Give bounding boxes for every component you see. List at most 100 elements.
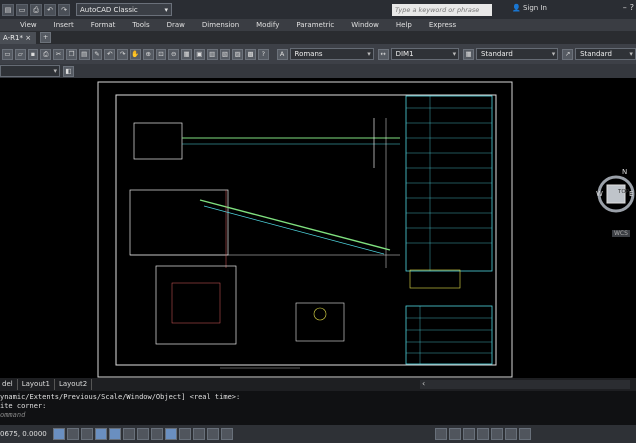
plot-icon[interactable]: ⎙: [40, 48, 52, 60]
transparency-icon[interactable]: [192, 428, 205, 440]
structure-outline: [129, 189, 229, 256]
horizontal-scrollbar[interactable]: ‹: [420, 379, 630, 389]
menu-tools[interactable]: Tools: [132, 21, 149, 29]
model-space-icon[interactable]: [434, 428, 447, 440]
snap-mode-icon[interactable]: [52, 428, 65, 440]
quick-view-drawings-icon[interactable]: [462, 428, 475, 440]
menu-help[interactable]: Help: [396, 21, 412, 29]
menu-view[interactable]: View: [20, 21, 37, 29]
viewcube-top-face[interactable]: TOP: [618, 189, 629, 195]
workspace-switching-icon[interactable]: [490, 428, 503, 440]
menu-insert[interactable]: Insert: [54, 21, 74, 29]
dim-style-icon[interactable]: ↔: [377, 48, 389, 60]
dim-style-dropdown[interactable]: DIM1: [390, 48, 460, 60]
help-icon[interactable]: ?: [257, 48, 269, 60]
copy-icon[interactable]: ❐: [65, 48, 77, 60]
tab-layout2[interactable]: Layout2: [55, 379, 93, 390]
app-menu-icon[interactable]: ▤: [2, 3, 14, 16]
tool-palettes-icon[interactable]: ▥: [206, 48, 218, 60]
undo-icon[interactable]: ↶: [104, 48, 116, 60]
inclined-conveyor: [199, 199, 391, 251]
menu-window[interactable]: Window: [351, 21, 379, 29]
calculator-icon[interactable]: ▩: [245, 48, 256, 60]
wcs-menu[interactable]: WCS: [612, 230, 630, 237]
compass-west[interactable]: W: [596, 190, 603, 198]
command-history-line: ynamic/Extents/Previous/Scale/Window/Obj…: [0, 393, 241, 401]
tab-document[interactable]: A-R1* ×: [0, 31, 37, 44]
table-style-icon[interactable]: ▦: [463, 48, 474, 60]
polar-tracking-icon[interactable]: [94, 428, 107, 440]
lineweight-icon[interactable]: [178, 428, 191, 440]
title-block-lines: [406, 306, 492, 364]
scroll-left-icon[interactable]: ‹: [422, 379, 425, 388]
object-snap-tracking-icon[interactable]: [136, 428, 149, 440]
new-tab-icon[interactable]: +: [40, 32, 52, 43]
markup-icon[interactable]: ▨: [232, 48, 244, 60]
minimize-icon[interactable]: –: [623, 3, 627, 12]
multileader-style-icon[interactable]: ↗: [562, 48, 574, 60]
search-input[interactable]: Type a keyword or phrase: [392, 4, 492, 16]
layer-previous-icon[interactable]: ◧: [63, 65, 74, 77]
paper-border: [97, 81, 513, 378]
tab-model[interactable]: del: [0, 379, 18, 390]
text-style-icon[interactable]: A: [276, 48, 288, 60]
compass-east[interactable]: E: [629, 190, 633, 198]
match-properties-icon[interactable]: ✎: [91, 48, 103, 60]
sign-in-button[interactable]: 👤 Sign In: [512, 4, 547, 12]
command-input[interactable]: ommand: [0, 411, 636, 420]
dynamic-input-icon[interactable]: [164, 428, 177, 440]
menu-draw[interactable]: Draw: [167, 21, 185, 29]
dynamic-ucs-icon[interactable]: [150, 428, 163, 440]
new-file-icon[interactable]: ▭: [2, 48, 13, 60]
close-icon[interactable]: ×: [25, 34, 31, 42]
print-icon[interactable]: ⎙: [30, 3, 42, 16]
command-line[interactable]: ynamic/Extents/Previous/Scale/Window/Obj…: [0, 391, 636, 425]
object-snap-icon[interactable]: [108, 428, 121, 440]
open-icon[interactable]: ▭: [16, 3, 28, 16]
redo-icon[interactable]: ↷: [58, 3, 70, 16]
compass-north[interactable]: N: [622, 168, 627, 176]
menu-parametric[interactable]: Parametric: [296, 21, 334, 29]
coordinates-readout[interactable]: 0675, 0.0000: [0, 430, 47, 438]
zoom-window-icon[interactable]: ⊡: [155, 48, 167, 60]
cut-icon[interactable]: ✂: [53, 48, 64, 60]
status-bar: 0675, 0.0000: [0, 425, 636, 443]
menu-modify[interactable]: Modify: [256, 21, 279, 29]
design-center-icon[interactable]: ▣: [193, 48, 205, 60]
grid-display-icon[interactable]: [66, 428, 79, 440]
layers-toolbar: ◧: [0, 64, 636, 78]
text-style-dropdown[interactable]: Romans: [289, 48, 374, 60]
undo-icon[interactable]: ↶: [44, 3, 56, 16]
menu-express[interactable]: Express: [429, 21, 456, 29]
menu-dimension[interactable]: Dimension: [202, 21, 239, 29]
menu-format[interactable]: Format: [91, 21, 116, 29]
table-style-dropdown[interactable]: Standard: [475, 48, 559, 60]
3d-object-snap-icon[interactable]: [122, 428, 135, 440]
lock-icon[interactable]: [504, 428, 517, 440]
multileader-style-dropdown[interactable]: Standard: [575, 48, 636, 60]
notes-block: [405, 95, 493, 272]
paste-icon[interactable]: ▤: [78, 48, 90, 60]
properties-icon[interactable]: ▦: [181, 48, 192, 60]
ortho-mode-icon[interactable]: [80, 428, 93, 440]
quick-view-layouts-icon[interactable]: [448, 428, 461, 440]
zoom-previous-icon[interactable]: ⊖: [168, 48, 180, 60]
help-icon[interactable]: ?: [630, 3, 634, 12]
selection-cycling-icon[interactable]: [220, 428, 233, 440]
redo-icon[interactable]: ↷: [117, 48, 128, 60]
layer-dropdown[interactable]: [0, 65, 60, 77]
annotation-scale-icon[interactable]: [476, 428, 489, 440]
drawing-canvas: [97, 81, 513, 378]
sheet-set-icon[interactable]: ▧: [219, 48, 231, 60]
drawing-area[interactable]: N W E TOP WCS: [0, 78, 636, 378]
open-file-icon[interactable]: ▱: [14, 48, 26, 60]
viewcube[interactable]: N W E TOP WCS: [592, 168, 636, 248]
workspace-dropdown[interactable]: AutoCAD Classic ▾: [76, 3, 172, 16]
save-icon[interactable]: ▪: [27, 48, 39, 60]
clean-screen-icon[interactable]: [518, 428, 531, 440]
quick-properties-icon[interactable]: [206, 428, 219, 440]
zoom-realtime-icon[interactable]: ⊕: [142, 48, 154, 60]
command-history-line: ite corner:: [0, 402, 47, 410]
tab-layout1[interactable]: Layout1: [18, 379, 55, 390]
pan-icon[interactable]: ✋: [129, 48, 141, 60]
